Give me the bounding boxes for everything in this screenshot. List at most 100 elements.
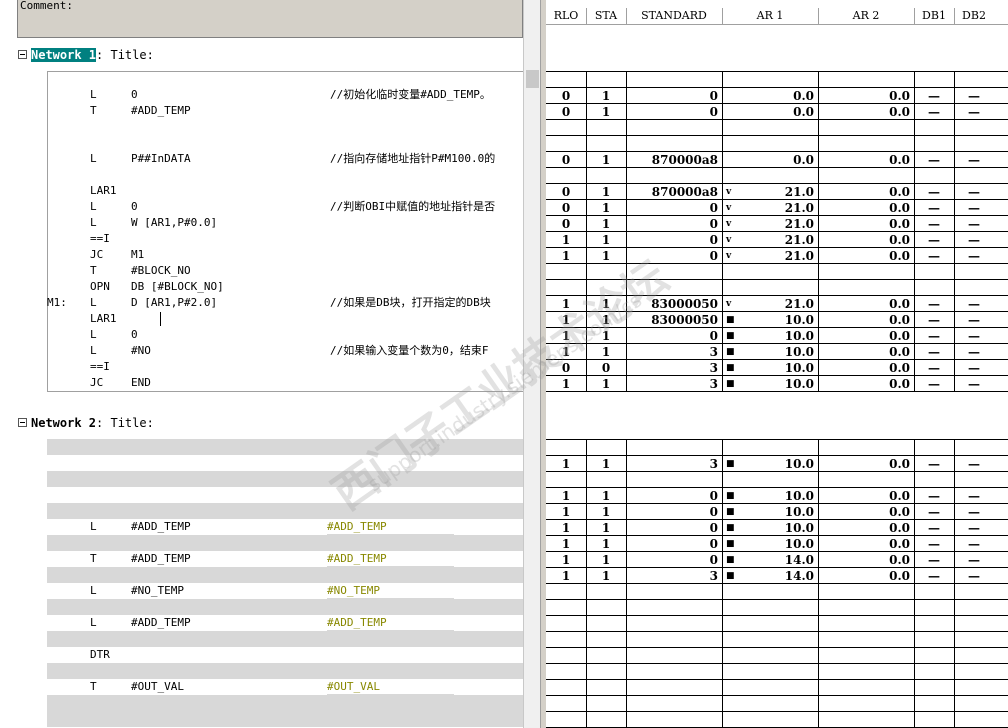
column-header-sta[interactable]: STA xyxy=(586,8,626,24)
code-line[interactable]: T #OUT_VAL #OUT_VAL xyxy=(0,679,523,695)
code-line[interactable]: T #ADD_TEMP xyxy=(0,103,523,119)
column-header-db1[interactable]: DB1 xyxy=(914,8,954,24)
db2-value: — xyxy=(968,377,980,391)
rlo-value: 0 xyxy=(561,89,571,103)
stl-editor-pane[interactable]: Comment: Network 1: Title: L 0//初始化临时变量#A… xyxy=(0,0,544,728)
db2-value: — xyxy=(968,521,980,535)
code-line[interactable]: L 0 //初始化临时变量#ADD_TEMP。 xyxy=(0,87,523,103)
monitor-section1-row: 1 1 3 ■ 10.0 0.0— — xyxy=(546,344,1008,360)
code-line[interactable]: LAR1 xyxy=(0,311,523,327)
code-line[interactable] xyxy=(0,455,523,471)
grid-column-line xyxy=(626,583,627,727)
instruction: ==I xyxy=(90,232,110,245)
code-line[interactable]: LAR1 xyxy=(0,183,523,199)
db2-value: — xyxy=(968,569,980,583)
grid-line xyxy=(546,695,1008,696)
code-line[interactable]: ==I xyxy=(0,231,523,247)
instruction: ==I xyxy=(90,360,110,373)
column-header-standard[interactable]: STANDARD xyxy=(626,8,722,24)
rlo-value: 1 xyxy=(561,377,571,391)
code-line[interactable] xyxy=(0,135,523,151)
code-line[interactable]: T #BLOCK_NO xyxy=(0,263,523,279)
instruction: T xyxy=(90,680,97,693)
ar1-value: 10.0 xyxy=(784,505,814,519)
code-line[interactable]: L #NO //如果输入变量个数为0，结束F xyxy=(0,343,523,359)
code-line[interactable]: L 0 //判断OBI中赋值的地址指针是否 xyxy=(0,199,523,215)
instruction: T xyxy=(90,264,97,277)
ar1-value: 0.0 xyxy=(793,153,814,167)
collapse-toggle-icon[interactable] xyxy=(18,50,27,59)
ar2-value: 0.0 xyxy=(889,217,910,231)
db1-value: — xyxy=(928,297,940,311)
code-line[interactable]: ==I xyxy=(0,359,523,375)
code-line[interactable]: JC M1 xyxy=(0,247,523,263)
db1-value: — xyxy=(928,537,940,551)
code-line[interactable]: L W [AR1,P#0.0] xyxy=(0,215,523,231)
operand: END xyxy=(131,376,151,389)
grid-line xyxy=(546,663,1008,664)
code-line[interactable]: OPN DB [#BLOCK_NO] xyxy=(0,279,523,295)
code-line[interactable]: DTR xyxy=(0,647,523,663)
grid-line xyxy=(546,615,1008,616)
ar1-value: 10.0 xyxy=(784,313,814,327)
editor-vertical-scrollbar[interactable] xyxy=(523,0,541,728)
db2-value: — xyxy=(968,313,980,327)
line-comment: //判断OBI中赋值的地址指针是否 xyxy=(330,200,496,213)
ar2-value: 0.0 xyxy=(889,233,910,247)
rlo-value: 0 xyxy=(561,217,571,231)
network-2-header[interactable]: Network 2: Title: xyxy=(18,415,154,431)
operand: DB [#BLOCK_NO] xyxy=(131,280,224,293)
header-separator xyxy=(818,8,819,24)
column-header-ar2[interactable]: AR 2 xyxy=(818,8,914,24)
ar1-value: 14.0 xyxy=(784,553,814,567)
grid-line xyxy=(546,439,1008,440)
ar1-value: 21.0 xyxy=(784,297,814,311)
ar2-value: 0.0 xyxy=(889,505,910,519)
row-band xyxy=(47,711,523,727)
db1-value: — xyxy=(928,569,940,583)
symbol-info: #OUT_VAL xyxy=(327,680,380,693)
network-2-title[interactable]: : Title: xyxy=(96,416,154,430)
rlo-value: 0 xyxy=(561,153,571,167)
network-1-label[interactable]: Network 1 xyxy=(29,47,98,63)
network-1-header[interactable]: Network 1: Title: xyxy=(18,47,154,63)
code-line[interactable]: L #ADD_TEMP #ADD_TEMP xyxy=(0,615,523,631)
block-comment-field[interactable]: Comment: xyxy=(17,0,523,38)
operand: #OUT_VAL xyxy=(131,680,184,693)
rlo-value: 0 xyxy=(561,185,571,199)
line-comment: //如果是DB块，打开指定的DB块 xyxy=(330,296,491,309)
sta-value: 1 xyxy=(601,569,611,583)
column-header-rlo[interactable]: RLO xyxy=(546,8,586,24)
network-1-title[interactable]: : Title: xyxy=(96,48,154,62)
ar1-value: 10.0 xyxy=(784,361,814,375)
code-line[interactable]: L P##InDATA //指向存储地址指针P#M100.0的 xyxy=(0,151,523,167)
db1-value: — xyxy=(928,457,940,471)
column-header-ar1[interactable]: AR 1 xyxy=(722,8,818,24)
collapse-toggle-icon[interactable] xyxy=(18,418,27,427)
row-band xyxy=(47,663,523,679)
monitor-section1-row: 1 1 83000050 v 21.0 0.0— — xyxy=(546,296,1008,312)
network-2-label[interactable]: Network 2 xyxy=(31,416,96,430)
code-line[interactable] xyxy=(0,119,523,135)
column-header-db2[interactable]: DB2 xyxy=(954,8,994,24)
code-line[interactable]: JC END xyxy=(0,375,523,391)
jump-label: M1: xyxy=(47,296,67,309)
scrollbar-thumb[interactable] xyxy=(526,70,539,88)
code-line[interactable]: T #ADD_TEMP #ADD_TEMP xyxy=(0,551,523,567)
code-line[interactable]: M1: L D [AR1,P#2.0] //如果是DB块，打开指定的DB块 xyxy=(0,295,523,311)
code-line[interactable]: L #ADD_TEMP #ADD_TEMP xyxy=(0,519,523,535)
ar2-value: 0.0 xyxy=(889,489,910,503)
rlo-value: 1 xyxy=(561,569,571,583)
sta-value: 1 xyxy=(601,329,611,343)
code-line[interactable]: L0 xyxy=(0,327,523,343)
db1-value: — xyxy=(928,249,940,263)
ar1-value: 21.0 xyxy=(784,185,814,199)
instruction: LAR1 xyxy=(90,184,117,197)
instruction: L xyxy=(90,584,97,597)
code-line[interactable] xyxy=(0,487,523,503)
instruction: OPN xyxy=(90,280,110,293)
instruction: L xyxy=(90,520,97,533)
code-line[interactable] xyxy=(0,167,523,183)
sta-value: 0 xyxy=(601,361,611,375)
code-line[interactable]: L #NO_TEMP #NO_TEMP xyxy=(0,583,523,599)
